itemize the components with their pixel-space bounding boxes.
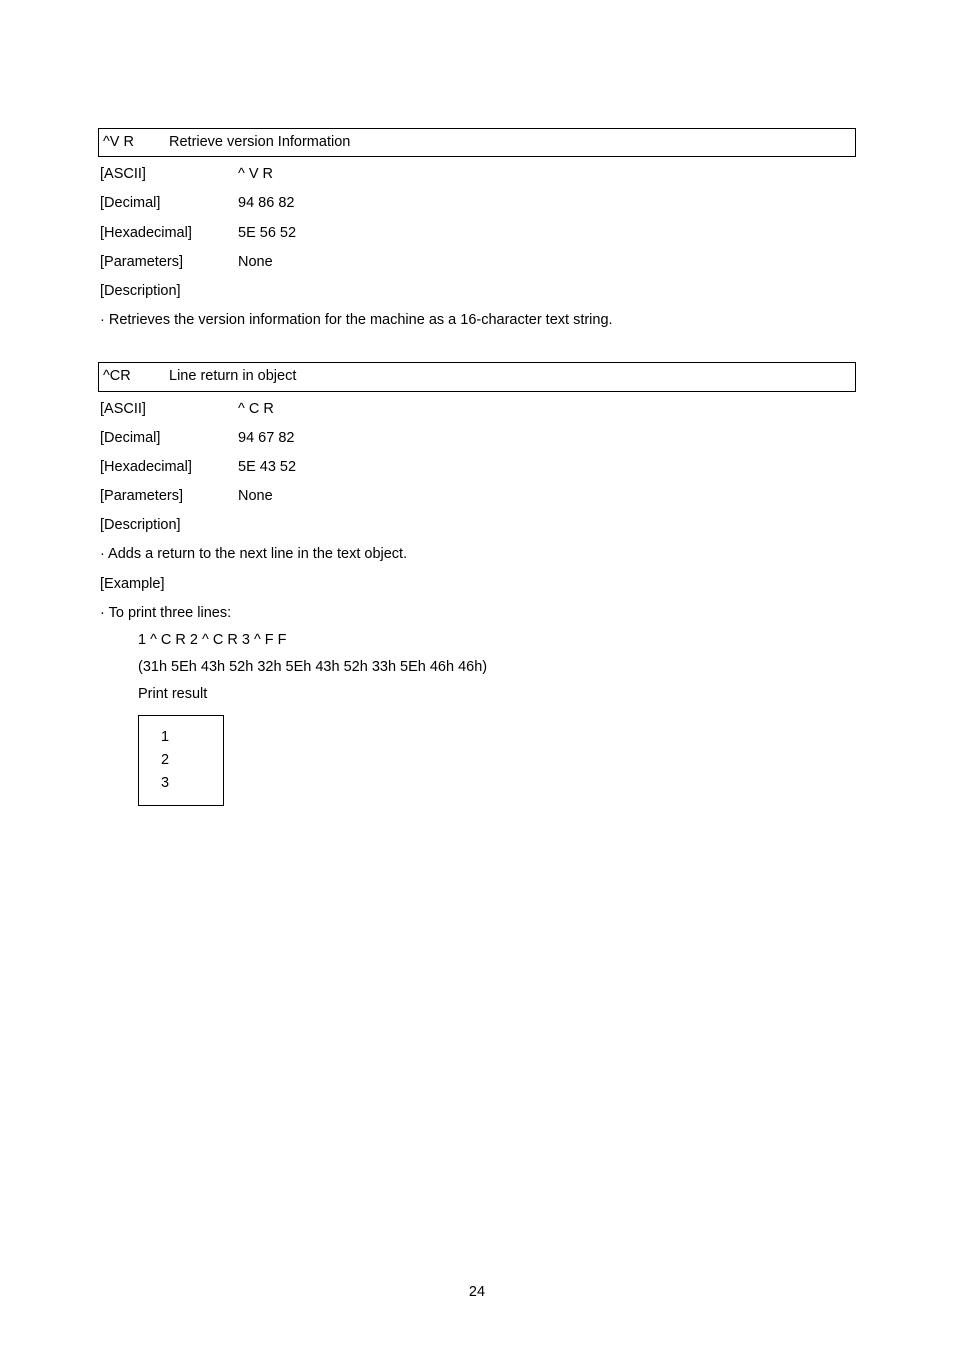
decimal-value: 94 86 82 — [238, 192, 294, 215]
ascii-row: [ASCII] ^ C R — [98, 398, 856, 421]
description-label: [Description] — [98, 514, 856, 537]
print-result-label: Print result — [98, 683, 856, 706]
print-result-line: 3 — [161, 772, 223, 795]
command-title: Retrieve version Information — [169, 131, 350, 154]
description-text: · Adds a return to the next line in the … — [98, 543, 856, 566]
example-label: [Example] — [98, 573, 856, 596]
example-hex: (31h 5Eh 43h 52h 32h 5Eh 43h 52h 33h 5Eh… — [98, 656, 856, 679]
hex-label: [Hexadecimal] — [98, 222, 238, 245]
command-code: ^V R — [101, 131, 169, 154]
hex-row: [Hexadecimal] 5E 43 52 — [98, 456, 856, 479]
hex-value: 5E 56 52 — [238, 222, 296, 245]
decimal-label: [Decimal] — [98, 192, 238, 215]
print-result-box: 1 2 3 — [138, 715, 224, 807]
command-header-box-vr: ^V R Retrieve version Information — [98, 128, 856, 157]
example-intro: · To print three lines: — [98, 602, 856, 625]
params-label: [Parameters] — [98, 251, 238, 274]
command-code: ^CR — [101, 365, 169, 388]
params-row: [Parameters] None — [98, 485, 856, 508]
command-title: Line return in object — [169, 365, 296, 388]
command-header-box-cr: ^CR Line return in object — [98, 362, 856, 391]
command-header: ^CR Line return in object — [101, 365, 851, 388]
params-value: None — [238, 485, 273, 508]
decimal-value: 94 67 82 — [238, 427, 294, 450]
document-page: ^V R Retrieve version Information [ASCII… — [0, 0, 954, 1350]
ascii-label: [ASCII] — [98, 398, 238, 421]
decimal-row: [Decimal] 94 67 82 — [98, 427, 856, 450]
hex-label: [Hexadecimal] — [98, 456, 238, 479]
print-result-line: 2 — [161, 749, 223, 772]
command-header: ^V R Retrieve version Information — [101, 131, 851, 154]
hex-row: [Hexadecimal] 5E 56 52 — [98, 222, 856, 245]
decimal-row: [Decimal] 94 86 82 — [98, 192, 856, 215]
ascii-row: [ASCII] ^ V R — [98, 163, 856, 186]
page-number: 24 — [0, 1281, 954, 1304]
description-label: [Description] — [98, 280, 856, 303]
print-result-line: 1 — [161, 726, 223, 749]
params-label: [Parameters] — [98, 485, 238, 508]
hex-value: 5E 43 52 — [238, 456, 296, 479]
params-value: None — [238, 251, 273, 274]
params-row: [Parameters] None — [98, 251, 856, 274]
ascii-value: ^ V R — [238, 163, 273, 186]
ascii-value: ^ C R — [238, 398, 274, 421]
example-code: 1 ^ C R 2 ^ C R 3 ^ F F — [98, 629, 856, 652]
decimal-label: [Decimal] — [98, 427, 238, 450]
description-text: · Retrieves the version information for … — [98, 309, 856, 332]
ascii-label: [ASCII] — [98, 163, 238, 186]
